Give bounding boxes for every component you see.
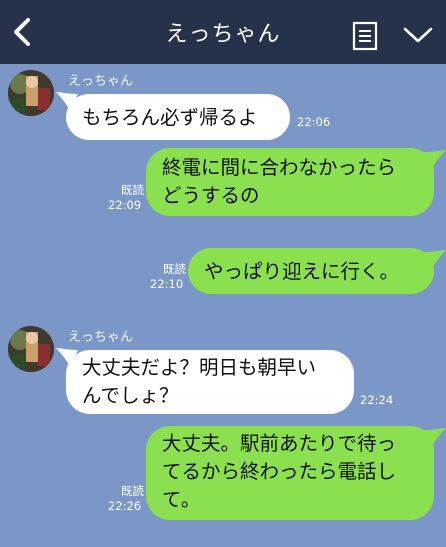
- message-bubble-incoming[interactable]: 大丈夫だよ？明日も朝早い んでしょ？: [66, 350, 354, 414]
- avatar-image: [8, 326, 54, 372]
- chevron-down-icon: [403, 27, 433, 43]
- notes-button[interactable]: [351, 20, 379, 52]
- avatar[interactable]: [8, 70, 54, 116]
- notes-icon: [352, 21, 378, 51]
- message-bubble-outgoing[interactable]: 終電に間に合わなかったら どうするの: [146, 148, 434, 216]
- sender-name: えっちゃん: [68, 330, 134, 345]
- message-time: 22:09: [108, 198, 142, 212]
- message-time: 22:24: [360, 393, 394, 407]
- read-receipt: 既読: [121, 484, 144, 498]
- bubble-tail: [424, 150, 446, 168]
- back-button[interactable]: [8, 14, 38, 50]
- chat-title: えっちゃん: [165, 22, 281, 47]
- bubble-tail: [424, 250, 446, 268]
- message-bubble-outgoing[interactable]: 大丈夫。駅前あたりで待っ てるから終わったら電話し て。: [146, 426, 434, 520]
- read-receipt: 既読: [163, 262, 186, 276]
- message-bubble-incoming[interactable]: もちろん必ず帰るよ: [66, 94, 290, 140]
- menu-button[interactable]: [401, 22, 435, 48]
- read-receipt: 既読: [121, 183, 144, 197]
- sender-name: えっちゃん: [68, 74, 134, 89]
- chevron-left-icon: [14, 18, 30, 46]
- message-time: 22:10: [150, 277, 184, 291]
- avatar-image: [8, 70, 54, 116]
- message-time: 22:26: [108, 499, 142, 513]
- avatar[interactable]: [8, 326, 54, 372]
- message-time: 22:06: [297, 115, 331, 129]
- message-bubble-outgoing[interactable]: やっぱり迎えに行く。: [188, 248, 434, 294]
- chat-header: えっちゃん: [0, 0, 446, 64]
- bubble-tail: [424, 428, 446, 446]
